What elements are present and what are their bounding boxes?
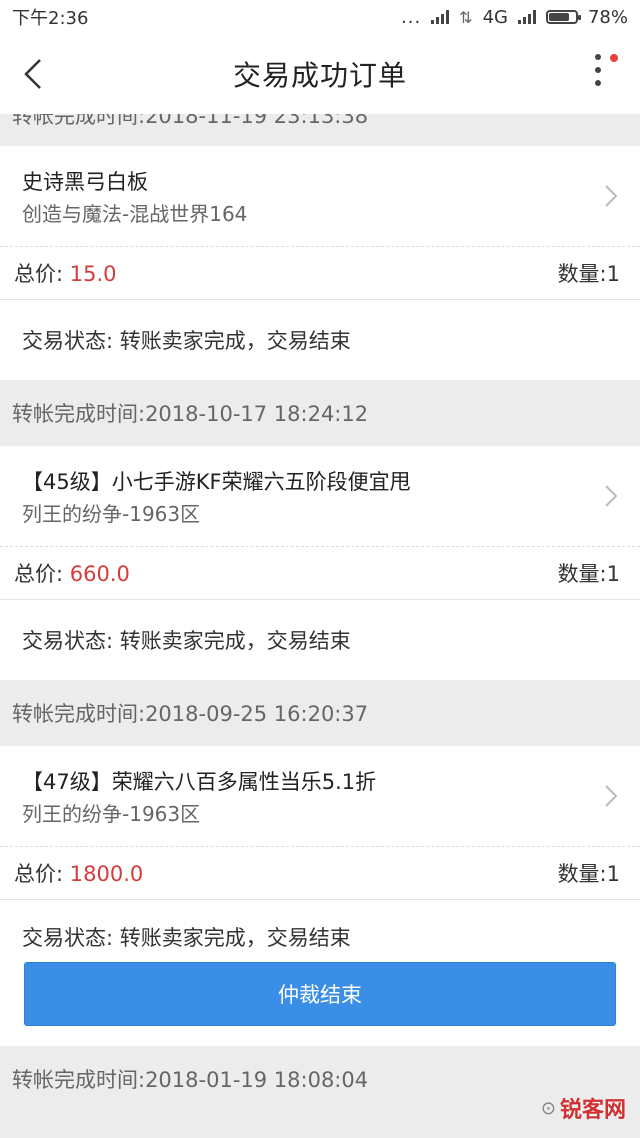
notification-dots: ... <box>401 6 422 28</box>
order-card: 史诗黑弓白板 创造与魔法-混战世界164 总价: 15.0 数量:1 交易状态:… <box>0 146 640 380</box>
back-arrow-icon <box>24 59 41 89</box>
trade-status: 交易状态: 转账卖家完成，交易结束 <box>22 329 351 353</box>
notification-badge <box>610 54 618 62</box>
order-card: 【45级】小七手游KF荣耀六五阶段便宜甩 列王的纷争-1963区 总价: 660… <box>0 446 640 680</box>
price-row: 总价: 15.0 数量:1 <box>0 247 640 300</box>
item-server: 列王的纷争-1963区 <box>22 502 201 526</box>
chevron-right-icon <box>605 785 618 807</box>
section-header: 转帐完成时间:2018-09-25 16:20:37 <box>0 680 640 746</box>
status-icons: ... ⇅ 4G 78% <box>401 7 628 28</box>
signal-icon-2 <box>517 10 536 24</box>
watermark-brand: 锐客网 <box>559 1098 626 1123</box>
order-card: 【47级】荣耀六八百多属性当乐5.1折 列王的纷争-1963区 总价: 1800… <box>0 746 640 1046</box>
section-header-cut-text: 转帐完成时间:2018-11-19 23:13:38 <box>12 114 369 128</box>
price-value: 15.0 <box>69 262 117 286</box>
order-list[interactable]: 转帐完成时间:2018-11-19 23:13:38 史诗黑弓白板 创造与魔法-… <box>0 114 640 1112</box>
network-type: 4G <box>482 6 508 28</box>
chevron-right-icon <box>605 485 618 507</box>
total-price: 总价: 15.0 <box>14 258 117 288</box>
item-title: 【47级】荣耀六八百多属性当乐5.1折 <box>22 770 377 794</box>
quantity: 数量:1 <box>557 262 620 286</box>
order-item-row[interactable]: 【45级】小七手游KF荣耀六五阶段便宜甩 列王的纷争-1963区 <box>0 446 640 547</box>
chevron-right-icon <box>605 185 618 207</box>
data-transfer-icon: ⇅ <box>459 7 473 27</box>
order-item-row[interactable]: 史诗黑弓白板 创造与魔法-混战世界164 <box>0 146 640 247</box>
more-icon <box>595 54 601 60</box>
page-title: 交易成功订单 <box>232 59 407 92</box>
trade-status: 交易状态: 转账卖家完成，交易结束 <box>22 926 351 950</box>
button-wrapper: 仲裁结束 <box>0 962 640 1046</box>
item-server: 列王的纷争-1963区 <box>22 802 201 826</box>
watermark-icon: ⊙ <box>540 1097 556 1119</box>
price-value: 660.0 <box>69 562 130 586</box>
quantity: 数量:1 <box>557 862 620 886</box>
item-server: 创造与魔法-混战世界164 <box>22 202 248 226</box>
item-title: 【45级】小七手游KF荣耀六五阶段便宜甩 <box>22 470 411 494</box>
price-label: 总价: <box>14 562 70 586</box>
more-icon-dot <box>595 80 601 86</box>
price-value: 1800.0 <box>69 862 144 886</box>
more-menu-button[interactable] <box>586 54 618 94</box>
price-label: 总价: <box>14 262 70 286</box>
nav-bar: 交易成功订单 <box>0 34 640 114</box>
section-header-cut: 转帐完成时间:2018-11-19 23:13:38 <box>0 114 640 146</box>
trade-status: 交易状态: 转账卖家完成，交易结束 <box>22 629 351 653</box>
back-button[interactable] <box>20 56 50 92</box>
more-icon-dot <box>595 67 601 73</box>
price-label: 总价: <box>14 862 70 886</box>
price-row: 总价: 1800.0 数量:1 <box>0 847 640 900</box>
watermark-logo: ⊙ 锐客网 <box>541 1092 626 1124</box>
total-price: 总价: 1800.0 <box>14 858 143 888</box>
battery-percent: 78% <box>587 6 628 28</box>
battery-icon <box>545 10 581 24</box>
status-time: 下午2:36 <box>12 8 89 29</box>
item-title: 史诗黑弓白板 <box>22 170 148 194</box>
signal-icon <box>431 10 450 24</box>
order-item-row[interactable]: 【47级】荣耀六八百多属性当乐5.1折 列王的纷争-1963区 <box>0 746 640 847</box>
price-row: 总价: 660.0 数量:1 <box>0 547 640 600</box>
section-header: 转帐完成时间:2018-10-17 18:24:12 <box>0 380 640 446</box>
arbitration-end-button[interactable]: 仲裁结束 <box>24 962 616 1026</box>
status-bar: 下午2:36 ... ⇅ 4G 78% <box>0 0 640 34</box>
total-price: 总价: 660.0 <box>14 558 130 588</box>
quantity: 数量:1 <box>557 562 620 586</box>
